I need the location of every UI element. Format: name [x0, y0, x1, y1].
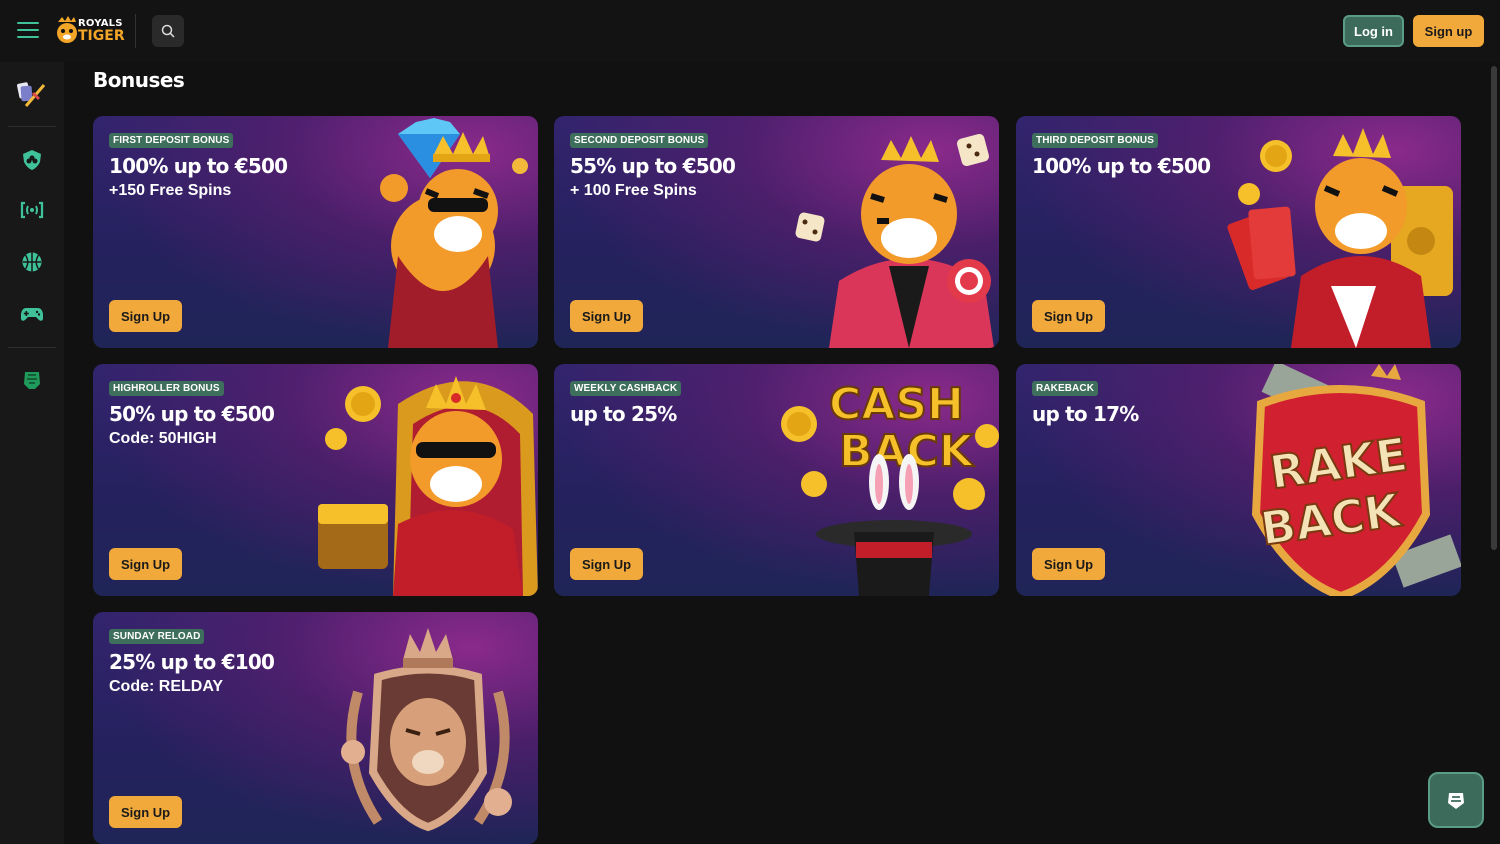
tiger-diamond-illustration [380, 118, 528, 348]
shield-club-icon [23, 150, 41, 170]
tiger-dice-illustration [795, 133, 994, 348]
bonus-badge: HIGHROLLER BONUS [109, 381, 224, 396]
bonus-subtitle: Code: RELDAY [109, 678, 224, 695]
cashback-hat-illustration: CASH BACK [781, 378, 999, 596]
bonus-title: up to 25% [570, 402, 677, 426]
signup-cta-button[interactable]: Sign Up [109, 548, 183, 580]
signup-cta-button[interactable]: Sign Up [1032, 548, 1106, 580]
tiger-cash-safe-illustration [1227, 128, 1453, 348]
page-scrollbar[interactable] [1491, 66, 1497, 550]
brand-logo[interactable]: ROYALS TIGER [78, 18, 125, 43]
basketball-icon [22, 252, 42, 272]
sidebar-item-live[interactable] [16, 194, 48, 226]
sidebar-item-sports[interactable] [16, 246, 48, 278]
bonus-card-first-deposit[interactable]: FIRST DEPOSIT BONUS 100% up to €500 +150… [93, 116, 538, 348]
sidebar-divider [8, 126, 56, 127]
login-button[interactable]: Log in [1343, 15, 1404, 47]
search-icon [161, 24, 175, 38]
chat-support-icon [1448, 793, 1464, 809]
logo-line2: TIGER [78, 28, 125, 44]
page-title: Bonuses [93, 68, 185, 92]
gamepad-icon [21, 308, 43, 321]
top-bar: ROYALS TIGER Log in Sign up [0, 0, 1500, 62]
bonus-card-weekly-cashback[interactable]: WEEKLY CASHBACK up to 25% Sign Up CASH B… [554, 364, 999, 596]
bonus-badge: RAKEBACK [1032, 381, 1099, 396]
bonus-title: 55% up to €500 [570, 154, 736, 178]
search-button[interactable] [152, 15, 184, 47]
bonus-card-third-deposit[interactable]: THIRD DEPOSIT BONUS 100% up to €500 Sign… [1016, 116, 1461, 348]
signup-cta-button[interactable]: Sign Up [570, 300, 644, 332]
signup-cta-button[interactable]: Sign Up [109, 796, 183, 828]
bonus-badge: SUNDAY RELOAD [109, 629, 205, 644]
menu-icon[interactable] [17, 22, 39, 40]
bonus-subtitle: + 100 Free Spins [570, 182, 697, 199]
signup-cta-button[interactable]: Sign Up [1032, 300, 1106, 332]
bonus-title: 25% up to €100 [109, 650, 275, 674]
sidebar-item-live-casino[interactable] [16, 144, 48, 176]
signup-cta-button[interactable]: Sign Up [109, 300, 183, 332]
bonus-badge: WEEKLY CASHBACK [570, 381, 682, 396]
bonus-badge: FIRST DEPOSIT BONUS [109, 133, 234, 148]
cards-sword-icon [17, 82, 46, 107]
header-divider [135, 14, 136, 48]
sidebar [0, 62, 64, 844]
tiger-head-icon [24, 372, 40, 389]
bonus-subtitle: Code: 50HIGH [109, 430, 217, 447]
tiger-throne-illustration [318, 376, 538, 596]
sidebar-item-games[interactable] [16, 298, 48, 330]
support-chat-button[interactable] [1428, 772, 1484, 828]
bonus-card-second-deposit[interactable]: SECOND DEPOSIT BONUS 55% up to €500 + 10… [554, 116, 999, 348]
bonus-title: 50% up to €500 [109, 402, 275, 426]
sidebar-item-casino[interactable] [16, 78, 48, 110]
bonus-badge: SECOND DEPOSIT BONUS [570, 133, 709, 148]
bonus-subtitle: +150 Free Spins [109, 182, 232, 199]
tiger-crest-illustration [341, 628, 512, 832]
bonus-badge: THIRD DEPOSIT BONUS [1032, 133, 1159, 148]
signup-cta-button[interactable]: Sign Up [570, 548, 644, 580]
rakeback-shield-illustration: RAKE BACK [1251, 364, 1461, 596]
bonus-title: 100% up to €500 [1032, 154, 1211, 178]
sidebar-divider [8, 347, 56, 348]
bonus-card-rakeback[interactable]: RAKEBACK up to 17% Sign Up RAKE BACK [1016, 364, 1461, 596]
signup-button[interactable]: Sign up [1413, 15, 1484, 47]
bonus-title: 100% up to €500 [109, 154, 288, 178]
bonus-card-sunday-reload[interactable]: SUNDAY RELOAD 25% up to €100 Code: RELDA… [93, 612, 538, 844]
sidebar-item-vip[interactable] [16, 363, 48, 395]
broadcast-icon [20, 201, 44, 219]
cash-art-text: CASH [829, 379, 964, 430]
bonus-card-highroller[interactable]: HIGHROLLER BONUS 50% up to €500 Code: 50… [93, 364, 538, 596]
bonus-title: up to 17% [1032, 402, 1139, 426]
